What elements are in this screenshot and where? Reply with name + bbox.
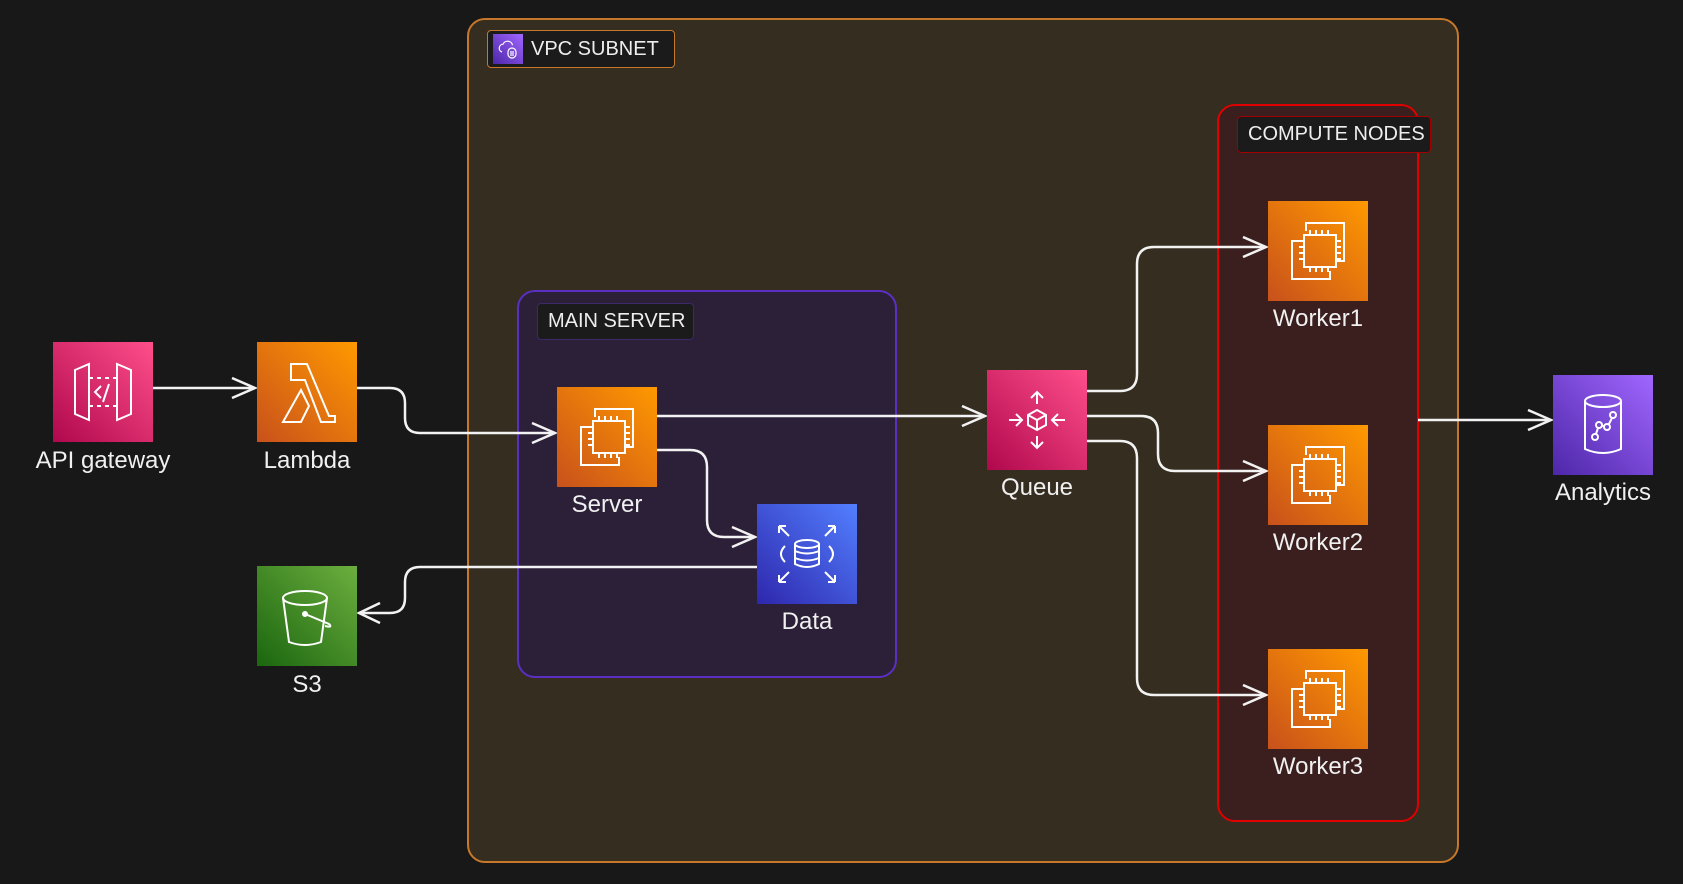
- ec2-instance-icon: [1291, 446, 1345, 504]
- worker3-label: Worker3: [1272, 753, 1364, 780]
- database-icon: [778, 525, 836, 583]
- analytics-icon: [1584, 394, 1622, 454]
- main-server-label: MAIN SERVER: [537, 303, 694, 340]
- lambda-icon: [281, 363, 336, 423]
- queue-icon: [1009, 390, 1065, 450]
- s3-bucket-icon: [282, 590, 332, 646]
- ec2-instance-icon: [580, 408, 634, 466]
- vpc-cloud-icon: [493, 34, 523, 64]
- api-gateway-label: API gateway: [35, 447, 171, 474]
- worker3-node[interactable]: [1268, 649, 1368, 749]
- server-label: Server: [571, 491, 643, 518]
- queue-node[interactable]: [987, 370, 1087, 470]
- api-gateway-icon: [74, 362, 132, 422]
- analytics-label: Analytics: [1554, 479, 1652, 506]
- vpc-subnet-title: VPC SUBNET: [531, 37, 659, 60]
- data-label: Data: [781, 608, 833, 635]
- analytics-node[interactable]: [1553, 375, 1653, 475]
- worker2-node[interactable]: [1268, 425, 1368, 525]
- worker1-node[interactable]: [1268, 201, 1368, 301]
- worker1-label: Worker1: [1272, 305, 1364, 332]
- lambda-node[interactable]: [257, 342, 357, 442]
- ec2-instance-icon: [1291, 222, 1345, 280]
- s3-label: S3: [292, 671, 322, 698]
- edge-api-to-lambda: [153, 376, 259, 400]
- lambda-label: Lambda: [263, 447, 351, 474]
- vpc-subnet-label: VPC SUBNET: [487, 30, 675, 68]
- api-gateway-node[interactable]: [53, 342, 153, 442]
- worker2-label: Worker2: [1272, 529, 1364, 556]
- compute-nodes-label: COMPUTE NODES: [1237, 116, 1431, 153]
- ec2-instance-icon: [1291, 670, 1345, 728]
- server-node[interactable]: [557, 387, 657, 487]
- s3-node[interactable]: [257, 566, 357, 666]
- data-node[interactable]: [757, 504, 857, 604]
- queue-label: Queue: [1000, 474, 1074, 501]
